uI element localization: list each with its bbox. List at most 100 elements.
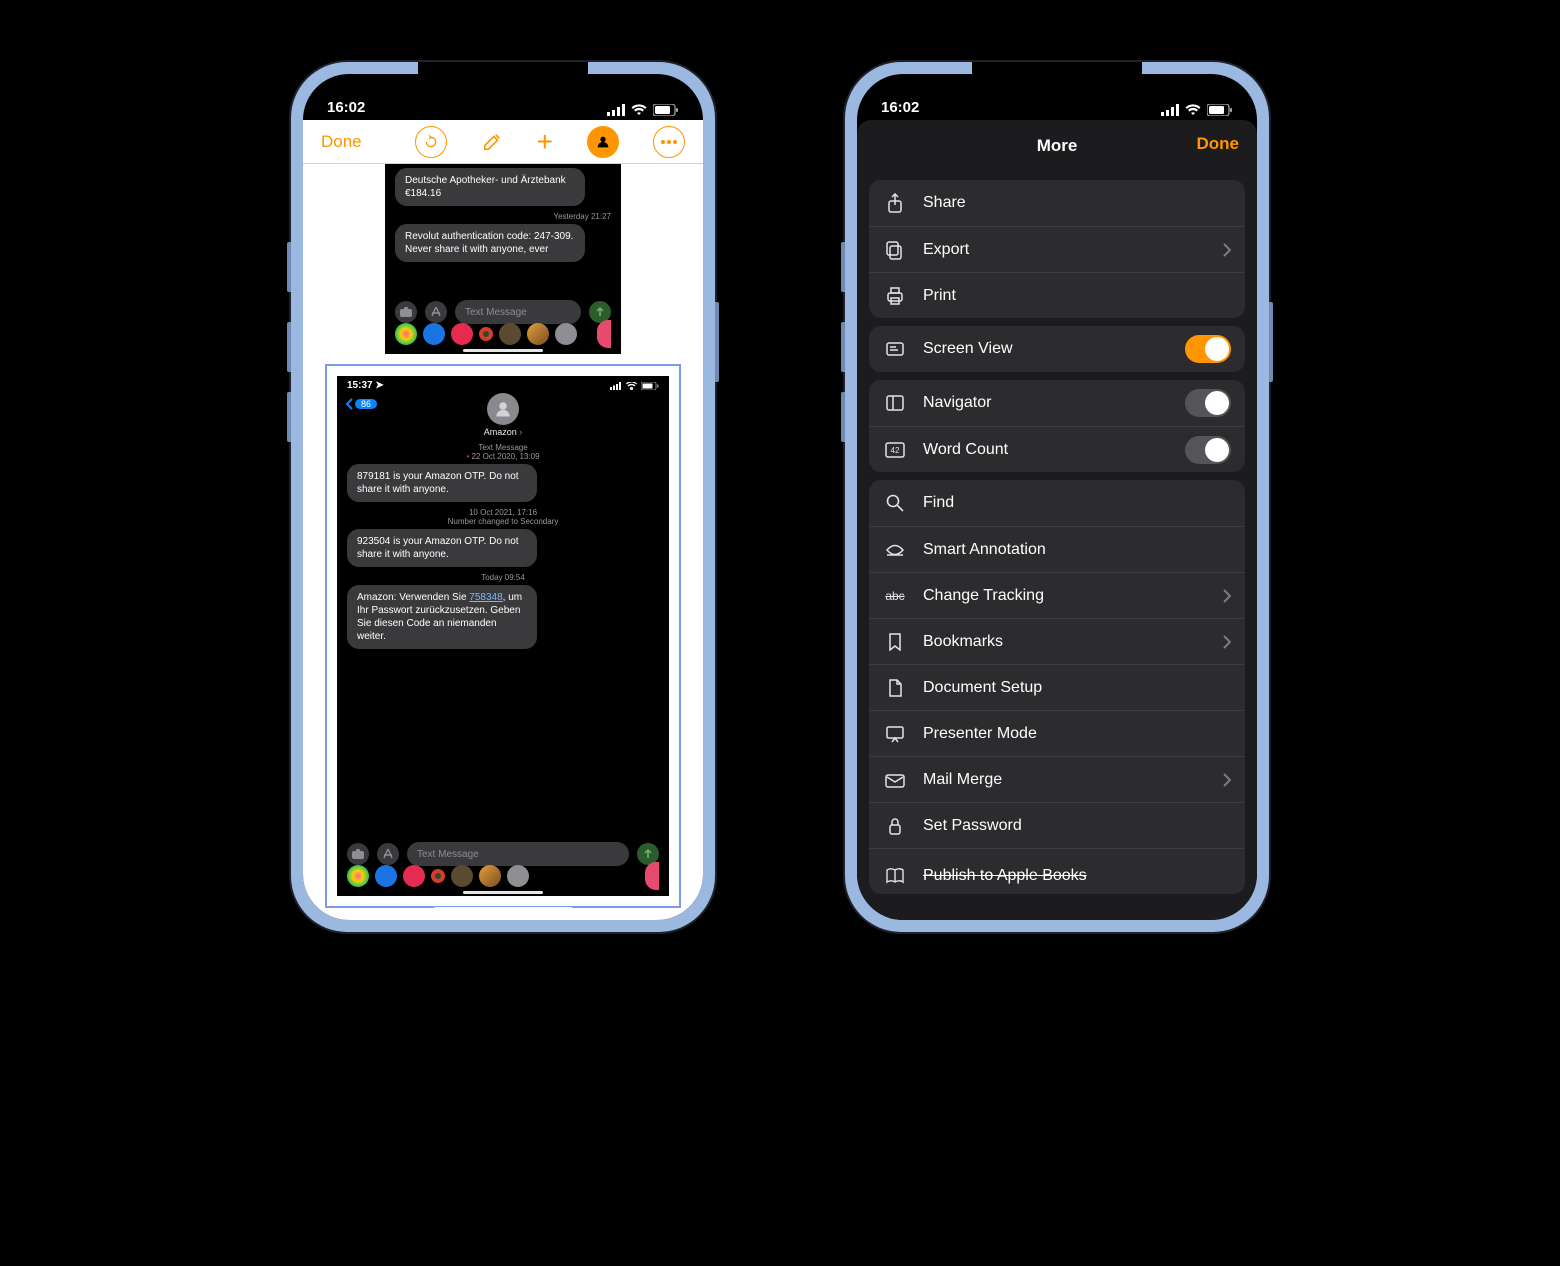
signal-icon: [1161, 104, 1179, 116]
battery-icon: [641, 382, 659, 390]
notch: [972, 62, 1142, 90]
format-brush-button[interactable]: [481, 131, 503, 153]
app-icon: [451, 865, 473, 887]
done-button[interactable]: Done: [321, 132, 362, 152]
app-icon: [597, 320, 611, 348]
document-icon: [883, 679, 907, 697]
row-label: Smart Annotation: [923, 541, 1046, 559]
change-tracking-icon: abc: [883, 589, 907, 603]
wifi-icon: [1185, 104, 1201, 116]
svg-text:42: 42: [891, 446, 900, 455]
screen-left: 16:02 Done: [303, 74, 703, 920]
row-mail-merge[interactable]: Mail Merge: [869, 756, 1245, 802]
app-icon: [395, 323, 417, 345]
phone-right: 16:02 More Done Shar: [845, 62, 1269, 932]
home-indicator: [433, 907, 573, 912]
mail-merge-icon: [883, 772, 907, 788]
app-icon: [645, 862, 659, 890]
app-icon: [527, 323, 549, 345]
done-button[interactable]: Done: [1197, 134, 1240, 154]
wifi-icon: [626, 382, 637, 390]
contact-name: Amazon: [484, 427, 517, 437]
app-icon: [479, 327, 493, 341]
inserted-screenshot-top[interactable]: Deutsche Apotheker- und Ärztebank €184.1…: [385, 164, 621, 354]
contact-avatar-icon: [487, 393, 519, 425]
message-bubble: Amazon: Verwenden Sie 758348, um Ihr Pas…: [347, 585, 537, 649]
group-tools: Find Smart Annotation abc Change Trackin…: [869, 480, 1245, 894]
row-presenter-mode[interactable]: Presenter Mode: [869, 710, 1245, 756]
status-time: 16:02: [327, 99, 365, 116]
chevron-right-icon: [1223, 773, 1231, 787]
screen-right: 16:02 More Done Shar: [857, 74, 1257, 920]
sheet-title: More: [1037, 136, 1078, 156]
wifi-icon: [631, 104, 647, 116]
undo-button[interactable]: [415, 126, 447, 158]
row-screen-view[interactable]: Screen View: [869, 326, 1245, 372]
row-word-count[interactable]: 42 Word Count: [869, 426, 1245, 472]
book-icon: [883, 868, 907, 884]
share-icon: [883, 193, 907, 213]
row-bookmarks[interactable]: Bookmarks: [869, 618, 1245, 664]
row-label: Publish to Apple Books: [923, 867, 1087, 885]
row-document-setup[interactable]: Document Setup: [869, 664, 1245, 710]
row-change-tracking[interactable]: abc Change Tracking: [869, 572, 1245, 618]
row-label: Share: [923, 194, 966, 212]
collaboration-button[interactable]: [587, 126, 619, 158]
row-export[interactable]: Export: [869, 226, 1245, 272]
row-set-password[interactable]: Set Password: [869, 802, 1245, 848]
row-label: Document Setup: [923, 679, 1042, 697]
editor-toolbar: Done +: [303, 120, 703, 164]
word-count-icon: 42: [883, 442, 907, 458]
row-label: Export: [923, 241, 969, 259]
row-print[interactable]: Print: [869, 272, 1245, 318]
unread-count-badge: 86: [355, 399, 377, 409]
navigator-toggle[interactable]: [1185, 389, 1231, 417]
document-canvas[interactable]: Deutsche Apotheker- und Ärztebank €184.1…: [303, 164, 703, 920]
app-icon: [423, 323, 445, 345]
app-icon: [479, 865, 501, 887]
inner-home-indicator: [463, 349, 543, 352]
print-icon: [883, 287, 907, 305]
word-count-toggle[interactable]: [1185, 436, 1231, 464]
app-icon: [375, 865, 397, 887]
row-label: Change Tracking: [923, 587, 1044, 605]
row-label: Set Password: [923, 817, 1022, 835]
row-label: Mail Merge: [923, 771, 1002, 789]
message-bubble: 879181 is your Amazon OTP. Do not share …: [347, 464, 537, 502]
message-date: 10 Oct 2021, 17:16: [337, 508, 669, 517]
phone-left: 16:02 Done: [291, 62, 715, 932]
chevron-right-icon: [1223, 243, 1231, 257]
lock-icon: [883, 817, 907, 835]
screen-view-toggle[interactable]: [1185, 335, 1231, 363]
group-view-options: Navigator 42 Word Count: [869, 380, 1245, 472]
row-find[interactable]: Find: [869, 480, 1245, 526]
insert-button[interactable]: +: [537, 128, 553, 156]
signal-icon: [607, 104, 625, 116]
inner-home-indicator: [463, 891, 543, 894]
message-header: Text Message: [478, 443, 527, 452]
export-icon: [883, 240, 907, 260]
row-label: Print: [923, 287, 956, 305]
row-smart-annotation[interactable]: Smart Annotation: [869, 526, 1245, 572]
app-icon: [347, 865, 369, 887]
app-icon: [431, 869, 445, 883]
row-label: Navigator: [923, 394, 991, 412]
row-share[interactable]: Share: [869, 180, 1245, 226]
bookmark-icon: [883, 633, 907, 651]
group-share: Share Export Print: [869, 180, 1245, 318]
status-time: 16:02: [881, 99, 919, 116]
screen-view-icon: [883, 340, 907, 358]
sheet-header: More Done: [857, 120, 1257, 172]
message-date: Today 09:54: [337, 573, 669, 582]
row-publish[interactable]: Publish to Apple Books: [869, 848, 1245, 894]
row-navigator[interactable]: Navigator: [869, 380, 1245, 426]
more-button[interactable]: [653, 126, 685, 158]
chevron-right-icon: ›: [519, 427, 522, 437]
row-label: Presenter Mode: [923, 725, 1037, 743]
inserted-screenshot-selected[interactable]: 15:37 ➤ 86 Amazon › Text Message• 22 Oct…: [337, 376, 669, 896]
smart-annotation-icon: [883, 543, 907, 557]
message-bubble: 923504 is your Amazon OTP. Do not share …: [347, 529, 537, 567]
message-bubble: Deutsche Apotheker- und Ärztebank €184.1…: [395, 168, 585, 206]
row-label: Find: [923, 494, 954, 512]
app-icon: [507, 865, 529, 887]
